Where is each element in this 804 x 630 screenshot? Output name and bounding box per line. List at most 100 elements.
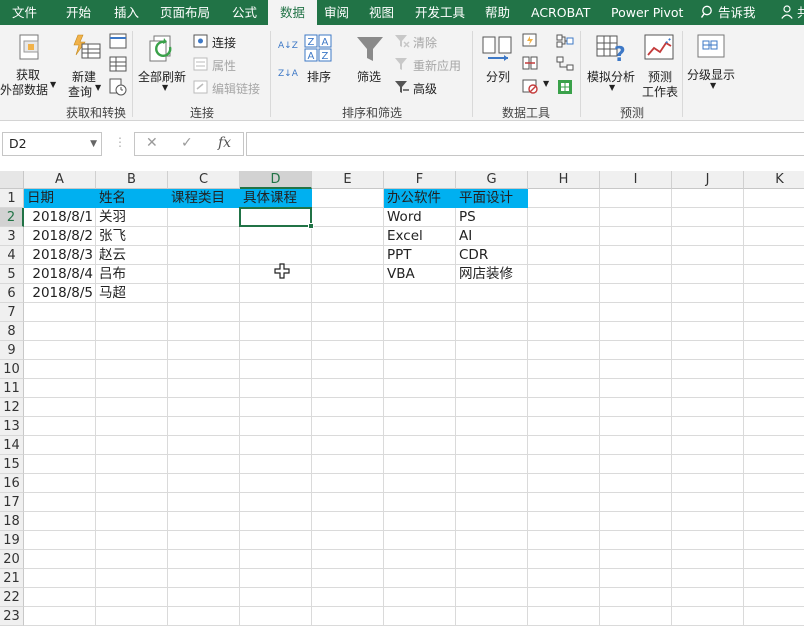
row-header-11[interactable]: 11 <box>0 379 24 398</box>
lookup-cell[interactable]: PPT <box>384 246 456 265</box>
relationships-icon[interactable] <box>556 56 574 71</box>
active-cell-selection[interactable] <box>239 207 312 227</box>
tab-data[interactable]: 数据 <box>268 0 318 25</box>
tell-me-search[interactable]: 告诉我 <box>700 0 756 25</box>
name-cell[interactable]: 吕布 <box>96 265 168 284</box>
row-header-19[interactable]: 19 <box>0 531 24 550</box>
row-header-21[interactable]: 21 <box>0 569 24 588</box>
row-header-22[interactable]: 22 <box>0 588 24 607</box>
name-cell[interactable]: 马超 <box>96 284 168 303</box>
row-header-14[interactable]: 14 <box>0 436 24 455</box>
consolidate-icon[interactable] <box>556 33 574 48</box>
clear-filter-button[interactable]: 清除 <box>413 34 437 51</box>
lookup-cell[interactable]: PS <box>456 208 528 227</box>
worksheet-grid[interactable]: A B C D E F G H I J K 1 2 3 4 5 6 7 8 9 10 11 12 13 14 15 16 17 18 19… <box>0 171 804 630</box>
row-header-9[interactable]: 9 <box>0 341 24 360</box>
column-header-k[interactable]: K <box>744 171 804 189</box>
name-box[interactable]: D2 ▼ <box>2 132 102 156</box>
row-header-23[interactable]: 23 <box>0 607 24 626</box>
column-header-b[interactable]: B <box>96 171 168 189</box>
column-header-d[interactable]: D <box>240 171 312 189</box>
row-header-4[interactable]: 4 <box>0 246 24 265</box>
date-cell[interactable]: 2018/8/1 <box>24 208 96 227</box>
row-header-10[interactable]: 10 <box>0 360 24 379</box>
lookup-cell[interactable]: Word <box>384 208 456 227</box>
lookup-cell[interactable]: 网店装修 <box>456 265 528 284</box>
date-cell[interactable]: 2018/8/4 <box>24 265 96 284</box>
sort-z-to-a-icon[interactable]: Z↓A <box>278 69 298 79</box>
insert-function-icon[interactable]: fx <box>218 135 231 151</box>
row-header-2[interactable]: 2 <box>0 208 24 227</box>
flash-fill-icon[interactable] <box>522 33 538 48</box>
select-all-corner[interactable] <box>0 171 24 189</box>
tab-home[interactable]: 开始 <box>66 0 91 25</box>
date-cell[interactable]: 2018/8/3 <box>24 246 96 265</box>
row-header-17[interactable]: 17 <box>0 493 24 512</box>
enter-icon[interactable]: ✓ <box>181 135 193 151</box>
edit-links-button[interactable]: 编辑链接 <box>212 80 260 97</box>
row-header-20[interactable]: 20 <box>0 550 24 569</box>
row-header-16[interactable]: 16 <box>0 474 24 493</box>
fill-handle[interactable] <box>308 223 314 229</box>
table-header-cell[interactable]: 日期 <box>24 189 96 208</box>
column-header-j[interactable]: J <box>672 171 744 189</box>
column-header-i[interactable]: I <box>600 171 672 189</box>
tab-file[interactable]: 文件 <box>12 0 37 25</box>
formula-input[interactable] <box>246 132 804 156</box>
column-header-g[interactable]: G <box>456 171 528 189</box>
formula-bar-grip-icon[interactable]: ⋮ <box>114 135 126 149</box>
lookup-cell[interactable]: CDR <box>456 246 528 265</box>
column-header-c[interactable]: C <box>168 171 240 189</box>
remove-duplicates-icon[interactable] <box>522 56 538 71</box>
lookup-cell[interactable]: Excel <box>384 227 456 246</box>
tab-review[interactable]: 审阅 <box>324 0 349 25</box>
show-queries-icon[interactable] <box>109 33 127 49</box>
tab-acrobat[interactable]: ACROBAT <box>531 0 590 25</box>
row-header-6[interactable]: 6 <box>0 284 24 303</box>
date-cell[interactable]: 2018/8/5 <box>24 284 96 303</box>
table-header-cell[interactable]: 具体课程 <box>240 189 312 208</box>
cancel-icon[interactable]: ✕ <box>146 135 158 151</box>
data-model-icon[interactable] <box>556 79 574 95</box>
column-header-f[interactable]: F <box>384 171 456 189</box>
recent-sources-icon[interactable] <box>109 78 127 96</box>
row-header-15[interactable]: 15 <box>0 455 24 474</box>
text-to-columns-button[interactable]: 分列 <box>486 68 510 85</box>
properties-button[interactable]: 属性 <box>212 57 236 74</box>
name-cell[interactable]: 关羽 <box>96 208 168 227</box>
reapply-button[interactable]: 重新应用 <box>413 57 461 74</box>
share-button[interactable]: 共 <box>781 0 804 25</box>
row-header-3[interactable]: 3 <box>0 227 24 246</box>
row-header-18[interactable]: 18 <box>0 512 24 531</box>
from-table-icon[interactable] <box>109 56 127 72</box>
row-header-12[interactable]: 12 <box>0 398 24 417</box>
connections-button[interactable]: 连接 <box>212 34 236 51</box>
advanced-filter-button[interactable]: 高级 <box>413 80 437 97</box>
tab-power-pivot[interactable]: Power Pivot <box>611 0 683 25</box>
tab-help[interactable]: 帮助 <box>485 0 510 25</box>
row-header-1[interactable]: 1 <box>0 189 24 208</box>
column-header-e[interactable]: E <box>312 171 384 189</box>
name-cell[interactable]: 赵云 <box>96 246 168 265</box>
table-header-cell[interactable]: 姓名 <box>96 189 168 208</box>
table-header-cell[interactable]: 课程类目 <box>168 189 240 208</box>
lookup-header-cell[interactable]: 办公软件 <box>384 189 456 208</box>
tab-formulas[interactable]: 公式 <box>232 0 257 25</box>
tab-developer[interactable]: 开发工具 <box>415 0 465 25</box>
date-cell[interactable]: 2018/8/2 <box>24 227 96 246</box>
lookup-cell[interactable]: AI <box>456 227 528 246</box>
sort-button[interactable]: 排序 <box>307 68 331 85</box>
row-header-5[interactable]: 5 <box>0 265 24 284</box>
lookup-header-cell[interactable]: 平面设计 <box>456 189 528 208</box>
row-header-7[interactable]: 7 <box>0 303 24 322</box>
tab-view[interactable]: 视图 <box>369 0 394 25</box>
filter-button[interactable]: 筛选 <box>357 68 381 85</box>
row-header-13[interactable]: 13 <box>0 417 24 436</box>
data-validation-icon[interactable] <box>522 79 538 94</box>
column-header-h[interactable]: H <box>528 171 600 189</box>
tab-page-layout[interactable]: 页面布局 <box>160 0 210 25</box>
lookup-cell[interactable]: VBA <box>384 265 456 284</box>
name-cell[interactable]: 张飞 <box>96 227 168 246</box>
row-header-8[interactable]: 8 <box>0 322 24 341</box>
tab-insert[interactable]: 插入 <box>114 0 139 25</box>
